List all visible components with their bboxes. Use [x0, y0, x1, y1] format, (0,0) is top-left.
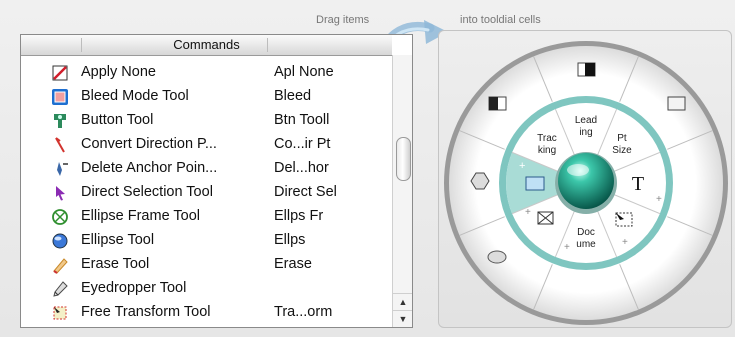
outer-cell-upper-left[interactable]: [488, 96, 507, 111]
scroll-up-arrow[interactable]: ▲: [393, 293, 412, 310]
command-row[interactable]: Free Transform Tool Tra...orm: [21, 301, 392, 325]
tooldial-panel: Lead ing Pt Size Doc ume Trac king T + + +: [438, 30, 732, 328]
inner-cell-upper-left-label[interactable]: Trac king: [537, 133, 557, 156]
outer-cell-lower-left[interactable]: [487, 250, 507, 264]
erase-tool-icon: [53, 258, 68, 274]
tooldial-editor: Drag items into tooldial cells Commands …: [0, 0, 735, 337]
command-abbreviation: Erase: [274, 256, 312, 272]
inner-cell-upper-left-line1: Trac: [537, 133, 557, 144]
plus-marker: +: [525, 207, 531, 218]
command-abbreviation: Del...hor: [274, 160, 329, 176]
command-abbreviation: Apl None: [274, 64, 334, 80]
inner-cell-top-line2: ing: [579, 127, 592, 138]
inner-cell-top-line1: Lead: [575, 115, 597, 126]
inner-cell-upper-left-line2: king: [538, 145, 556, 156]
fill-white-icon: [667, 96, 686, 111]
tooldial: Lead ing Pt Size Doc ume Trac king T + + +: [444, 41, 728, 325]
delete-anchor-icon: [57, 162, 68, 176]
command-row[interactable]: Bleed Mode Tool Bleed: [21, 85, 392, 109]
outer-cell-upper-right[interactable]: [667, 96, 686, 111]
direct-selection-icon: [56, 186, 65, 201]
command-row[interactable]: Ellipse Frame Tool Ellps Fr: [21, 205, 392, 229]
command-name: Eyedropper Tool: [81, 280, 187, 296]
center-knob-highlight: [567, 164, 589, 176]
command-abbreviation: Direct Sel: [274, 184, 337, 200]
command-abbreviation: Co...ir Pt: [274, 136, 331, 152]
gradient-fill-icon-dark: [489, 97, 498, 110]
command-row[interactable]: Eyedropper Tool: [21, 277, 392, 301]
outer-cell-top[interactable]: [577, 62, 596, 77]
scroll-thumb[interactable]: [396, 137, 411, 181]
command-name: Erase Tool: [81, 256, 150, 272]
command-row[interactable]: Direct Selection Tool Direct Sel: [21, 181, 392, 205]
command-name: Button Tool: [81, 112, 154, 128]
free-transform-icon: [53, 306, 67, 320]
plus-markers: +: [519, 160, 525, 172]
ellipse-icon: [487, 250, 507, 264]
plus-marker: +: [519, 160, 525, 172]
center-knob[interactable]: [558, 153, 614, 209]
fill-black-icon-half: [585, 63, 595, 76]
command-name: Ellipse Frame Tool: [81, 208, 201, 224]
command-abbreviation: Btn Tooll: [274, 112, 330, 128]
command-name: Delete Anchor Poin...: [81, 160, 218, 176]
command-abbreviation: Tra...orm: [274, 304, 333, 320]
drag-hint-left: Drag items: [316, 14, 370, 26]
header-divider: [267, 38, 268, 52]
commands-header-label: Commands: [173, 37, 240, 52]
commands-rows: Apply None Apl None Bleed Mode Tool Bleed Bu…: [21, 61, 392, 325]
ellipse-frame-icon: [52, 209, 68, 225]
inner-cell-bottom-line2: ume: [576, 239, 596, 250]
selected-cell-icon[interactable]: [525, 176, 545, 191]
header-divider: [81, 38, 82, 52]
command-name: Free Transform Tool: [81, 304, 211, 320]
commands-header[interactable]: Commands: [21, 35, 392, 56]
drag-hint-right: into tooldial cells: [460, 14, 541, 26]
plus-marker: +: [564, 242, 570, 253]
command-row[interactable]: Delete Anchor Poin... Del...hor: [21, 157, 392, 181]
commands-scrollbar[interactable]: ▲ ▼: [392, 55, 412, 327]
command-name: Apply None: [81, 64, 156, 80]
convert-direction-icon: [55, 137, 65, 153]
command-name: Direct Selection Tool: [81, 184, 213, 200]
scroll-down-arrow[interactable]: ▼: [393, 310, 412, 327]
eyedropper-icon: [53, 281, 68, 297]
command-row[interactable]: Ellipse Tool Ellps: [21, 229, 392, 253]
command-row[interactable]: Erase Tool Erase: [21, 253, 392, 277]
bleed-mode-icon: [52, 89, 68, 105]
command-row[interactable]: Apply None Apl None: [21, 61, 392, 85]
command-abbreviation: Bleed: [274, 88, 312, 104]
commands-list[interactable]: Commands Apply None Apl None Bleed Mode To…: [20, 34, 413, 328]
button-tool-icon: [54, 114, 66, 128]
rectangle-tool-icon: [525, 176, 545, 191]
inner-cell-upper-right-line1: Pt: [617, 133, 627, 144]
command-row[interactable]: Button Tool Btn Tooll: [21, 109, 392, 133]
ellipse-tool-icon: [52, 233, 68, 249]
command-abbreviation: Ellps: [274, 232, 306, 248]
inner-cell-bottom-label[interactable]: Doc ume: [576, 227, 596, 250]
command-name: Ellipse Tool: [81, 232, 155, 248]
plus-marker: +: [656, 194, 662, 205]
plus-marker: +: [622, 237, 628, 248]
rectangle-frame-cell-icon[interactable]: [537, 211, 554, 225]
command-abbreviation: Ellps Fr: [274, 208, 324, 224]
command-name: Convert Direction P...: [81, 136, 217, 152]
command-name: Bleed Mode Tool: [81, 88, 189, 104]
inner-cell-upper-right-line2: Size: [612, 145, 632, 156]
apply-none-icon: [52, 65, 68, 81]
inner-cell-bottom-line1: Doc: [577, 227, 595, 238]
command-row[interactable]: Convert Direction P... Co...ir Pt: [21, 133, 392, 157]
type-tool-icon[interactable]: T: [632, 173, 644, 195]
